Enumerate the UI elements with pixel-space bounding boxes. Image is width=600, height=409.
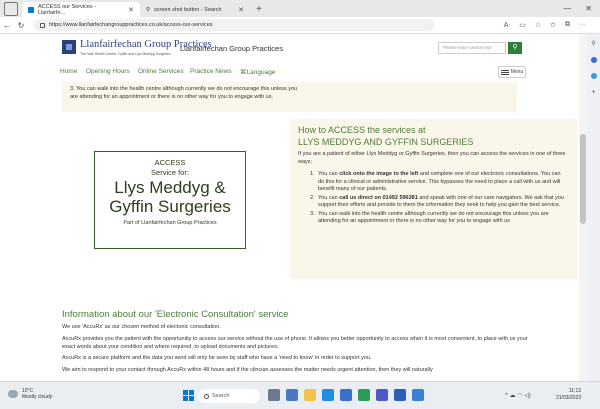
favorite-icon[interactable]: ☆ <box>535 21 541 29</box>
site-nav: Home Opening Hours Online Services Pract… <box>0 66 579 80</box>
settings-app-icon[interactable] <box>412 389 424 401</box>
clock[interactable]: 11:13 21/03/2023 <box>556 388 581 402</box>
cloud-icon <box>8 390 18 398</box>
page-viewport: Llanfairfechan Group Practices The Vale … <box>0 34 587 381</box>
split-screen-icon[interactable]: ▭ <box>519 21 526 29</box>
lock-icon <box>40 22 45 28</box>
url-field[interactable]: https://www.llanfairfechangrouppractices… <box>34 19 434 31</box>
collections-icon[interactable]: ⧉ <box>565 21 570 29</box>
tab-label: screen shot button - Search <box>154 6 222 13</box>
task-view-icon[interactable] <box>268 389 280 401</box>
back-icon[interactable]: ← <box>0 21 14 30</box>
access-list: 1. You can click onto the image to the le… <box>310 171 566 227</box>
workspaces-icon[interactable] <box>4 2 18 16</box>
top-info-box: 3. You can walk into the health centre a… <box>62 82 517 112</box>
widgets-icon[interactable] <box>286 389 298 401</box>
sidebar-app-icon[interactable] <box>590 57 597 63</box>
search-icon: ⚲ <box>512 44 518 51</box>
excel-icon[interactable] <box>358 389 370 401</box>
header-practice-name: Llanfairfechan Group Practices <box>180 44 283 53</box>
site-favicon-icon <box>28 6 34 13</box>
favorites-icon[interactable]: ✩ <box>550 21 556 29</box>
nav-opening-hours[interactable]: Opening Hours <box>86 68 130 75</box>
poster-line: Service for: <box>151 168 189 177</box>
toolbar-icons: Aᐧ ▭ ☆ ✩ ⧉ ··· <box>504 21 600 29</box>
sidebar-search-icon[interactable]: ⚲ <box>591 40 595 47</box>
taskbar-search[interactable]: Search <box>198 389 260 403</box>
scrollbar-thumb[interactable] <box>580 134 586 224</box>
teams-icon[interactable] <box>376 389 388 401</box>
info-paragraph: We aim to respond to your contact throug… <box>62 367 433 373</box>
poster-line: Part of Llanfairfechan Group Practices <box>123 220 217 226</box>
system-tray[interactable]: ^ ☁ ◠ ◁) <box>505 392 531 399</box>
sidebar-app-icon[interactable] <box>590 73 597 79</box>
wifi-icon: ◠ <box>517 393 523 399</box>
access-intro: If you are a patient of either Llys Medd… <box>298 151 566 165</box>
volume-icon: ◁) <box>524 393 531 399</box>
logo-subtitle: The Vale Health Centre, Gyffin and Llys … <box>80 52 171 56</box>
sidebar-add-icon[interactable]: + <box>591 89 595 96</box>
outlook-icon[interactable] <box>340 389 352 401</box>
address-bar: ← ↻ https://www.llanfairfechangrouppract… <box>0 17 600 34</box>
window-controls: — ✕ <box>563 0 600 17</box>
clock-date: 21/03/2023 <box>556 395 582 401</box>
info-paragraph: AccuRx provides you the patient with the… <box>62 336 528 350</box>
file-explorer-icon[interactable] <box>304 389 316 401</box>
cloud-icon: ☁ <box>509 393 516 399</box>
poster-panel: ACCESS Service for: Llys Meddyg & Gyffin… <box>62 119 284 279</box>
refresh-icon[interactable]: ↻ <box>14 21 28 30</box>
site-search-button[interactable]: ⚲ <box>508 42 522 54</box>
minimize-icon[interactable]: — <box>563 4 571 13</box>
close-tab-icon[interactable]: ✕ <box>128 6 134 14</box>
list-item: 1. You can click onto the image to the le… <box>310 171 561 192</box>
start-icon[interactable] <box>183 390 194 401</box>
access-info-panel: How to ACCESS the services at LLYS MEDDY… <box>290 119 577 279</box>
edge-browser-icon[interactable] <box>322 389 334 401</box>
site-search-input[interactable]: Please enter search text <box>438 42 506 54</box>
info-section-title: Information about our 'Electronic Consul… <box>62 309 289 320</box>
chevron-up-icon[interactable]: ^ <box>505 393 508 399</box>
nav-online-services[interactable]: Online Services <box>138 68 184 75</box>
practice-logo-icon[interactable] <box>62 40 76 54</box>
url-text: https://www.llanfairfechangrouppractices… <box>49 22 213 28</box>
search-icon <box>204 393 209 399</box>
list-item: 3. You can walk into the health centre al… <box>310 210 549 225</box>
hamburger-icon <box>500 69 509 75</box>
site-header: Llanfairfechan Group Practices The Vale … <box>0 34 579 62</box>
list-item: 2. You can call us direct on 01492 596381… <box>310 194 564 209</box>
windows-taskbar: 10°C Mostly cloudy Search ^ ☁ ◠ ◁) 11:13… <box>0 381 600 409</box>
access-poster-image[interactable]: ACCESS Service for: Llys Meddyg & Gyffin… <box>94 151 246 249</box>
weather-widget[interactable]: 10°C Mostly cloudy <box>8 388 52 400</box>
top-info-text: 3. You can walk into the health centre a… <box>70 86 298 100</box>
nav-practice-news[interactable]: Practice News <box>190 68 232 75</box>
poster-line: ACCESS <box>154 158 186 167</box>
menu-button[interactable]: Menu <box>498 66 526 78</box>
info-paragraph: We use 'AccuRx' as our chosen method of … <box>62 324 221 330</box>
browser-tab-strip: ACCESS our Services - Llanfairfe... ✕ ⚲ … <box>0 0 600 17</box>
poster-line: Gyffin Surgeries <box>109 197 231 216</box>
close-window-icon[interactable]: ✕ <box>585 4 592 13</box>
more-icon[interactable]: ··· <box>579 21 586 29</box>
edge-sidebar: ⚲ + <box>587 34 600 381</box>
tab-label: ACCESS our Services - Llanfairfe... <box>37 3 97 16</box>
read-aloud-icon[interactable]: Aᐧ <box>504 21 510 29</box>
access-title: How to ACCESS the services at LLYS MEDDY… <box>298 125 474 147</box>
nav-home[interactable]: Home <box>60 68 77 75</box>
info-paragraph: AccuRx is a secure platform and the data… <box>62 355 372 361</box>
tab-access-services[interactable]: ACCESS our Services - Llanfairfe... ✕ <box>22 2 140 17</box>
new-tab-button[interactable]: + <box>250 2 268 17</box>
poster-line: Llys Meddyg & <box>114 178 226 197</box>
weather-desc: Mostly cloudy <box>22 394 53 400</box>
menu-label: Menu <box>510 69 524 75</box>
search-tab-icon: ⚲ <box>146 6 151 13</box>
nav-language[interactable]: ⌘Language <box>240 68 275 76</box>
page-scrollbar[interactable] <box>579 34 587 381</box>
word-icon[interactable] <box>394 389 406 401</box>
close-tab-icon[interactable]: ✕ <box>238 6 244 14</box>
tab-search[interactable]: ⚲ screen shot button - Search ✕ <box>140 2 250 17</box>
clock-time: 11:13 <box>568 388 582 394</box>
